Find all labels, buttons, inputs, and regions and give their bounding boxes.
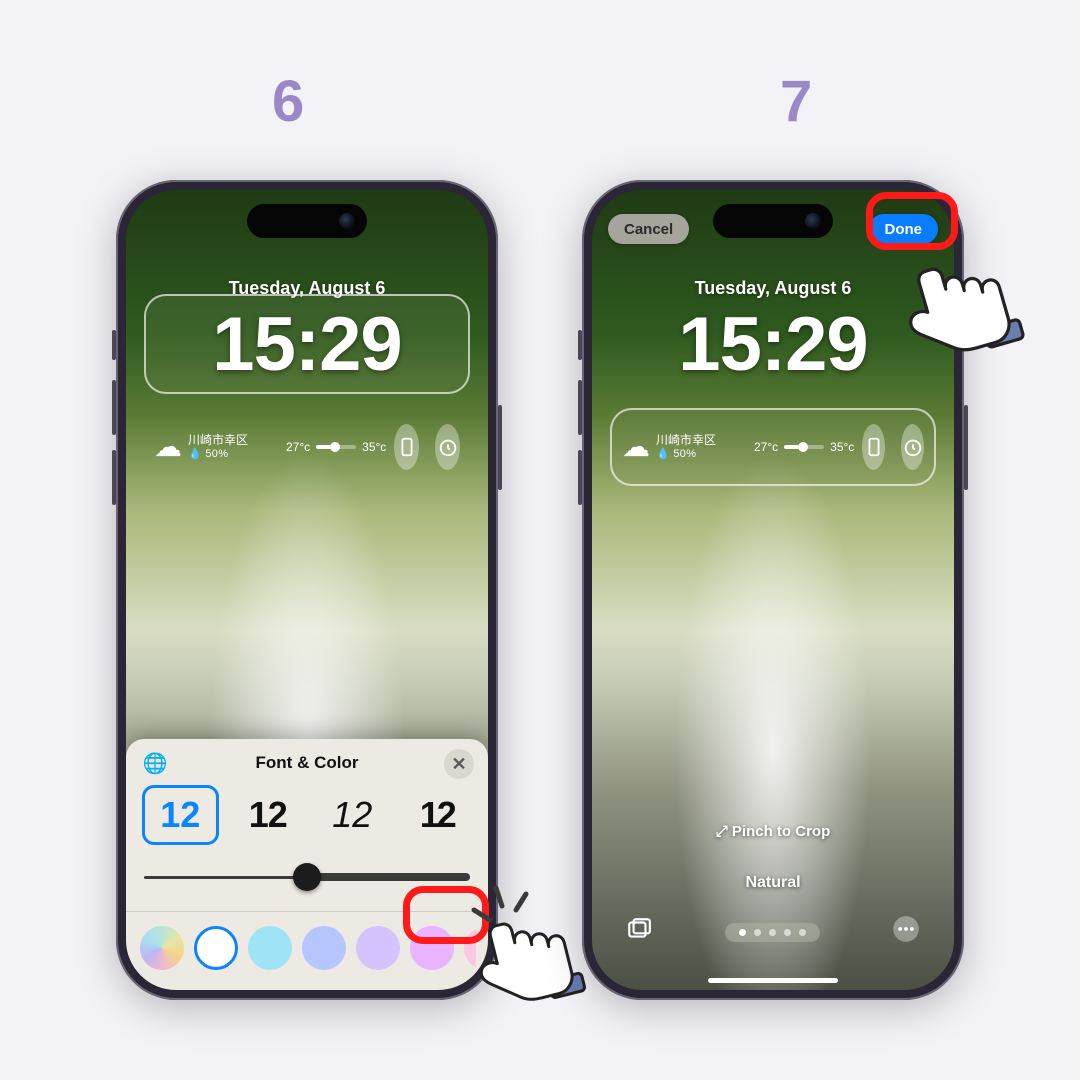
weight-slider[interactable]: [144, 863, 470, 891]
done-button[interactable]: Done: [869, 214, 939, 244]
color-swatch-cyan[interactable]: [248, 926, 292, 970]
temperature-range: 27°c 35°c: [754, 440, 854, 454]
pager-dot: [784, 929, 791, 936]
sheet-title: Font & Color: [256, 753, 359, 772]
rotation-lock-widget[interactable]: [394, 424, 419, 470]
power-button: [964, 405, 968, 490]
rotation-lock-widget[interactable]: [862, 424, 885, 470]
sheet-divider: [126, 911, 488, 912]
color-swatches: [138, 926, 476, 970]
pager[interactable]: [725, 923, 820, 942]
phone-step-6: Tuesday, August 6 15:29 ☁︎ 川崎市幸区 💧 50% 2…: [116, 180, 498, 1000]
pager-dot: [754, 929, 761, 936]
weather-humidity: 50%: [205, 448, 228, 460]
bottom-toolbar: [592, 915, 954, 950]
globe-icon[interactable]: 🌐: [142, 751, 168, 777]
pager-dot: [769, 929, 776, 936]
temperature-range: 27°c 35°c: [286, 440, 386, 454]
humidity-icon: 💧: [656, 448, 670, 460]
cloud-rain-icon: ☁︎: [154, 433, 182, 461]
step-7-label: 7: [780, 68, 812, 135]
volume-up: [578, 380, 582, 435]
font-options-row: 12 12 12 12: [138, 785, 476, 845]
time-widget: 15:29: [610, 294, 936, 394]
timer-widget[interactable]: [435, 424, 460, 470]
weather-location: 川崎市幸区: [656, 433, 716, 448]
dynamic-island: [247, 204, 367, 238]
time-widget-frame[interactable]: 15:29: [144, 294, 470, 394]
lockscreen-time: 15:29: [212, 301, 401, 388]
temp-low: 27°c: [286, 440, 310, 454]
humidity-icon: 💧: [188, 448, 202, 460]
font-option-3[interactable]: 12: [317, 785, 388, 845]
weather-location: 川崎市幸区: [188, 433, 248, 448]
font-option-4[interactable]: 12: [402, 785, 473, 845]
sheet-header: 🌐 Font & Color ✕: [138, 753, 476, 773]
close-icon[interactable]: ✕: [444, 749, 474, 779]
more-icon[interactable]: [892, 915, 920, 950]
volume-up: [112, 380, 116, 435]
color-swatch-blue[interactable]: [302, 926, 346, 970]
color-swatch-lavender[interactable]: [356, 926, 400, 970]
lockscreen-step-6: Tuesday, August 6 15:29 ☁︎ 川崎市幸区 💧 50% 2…: [126, 190, 488, 990]
font-color-sheet: 🌐 Font & Color ✕ 12 12 12 12: [126, 739, 488, 990]
volume-down: [112, 450, 116, 505]
tap-burst-lines: [464, 880, 544, 950]
weather-widget[interactable]: ☁︎ 川崎市幸区 💧 50%: [622, 433, 752, 462]
weather-widget[interactable]: ☁︎ 川崎市幸区 💧 50%: [154, 433, 284, 462]
photos-icon[interactable]: [626, 916, 652, 949]
weather-humidity: 50%: [673, 448, 696, 460]
font-option-1[interactable]: 12: [142, 785, 219, 845]
volume-down: [578, 450, 582, 505]
home-indicator: [708, 978, 838, 983]
widgets-row[interactable]: ☁︎ 川崎市幸区 💧 50% 27°c 35°c: [144, 408, 470, 486]
temp-high: 35°c: [362, 440, 386, 454]
lockscreen-step-7: Cancel Done Tuesday, August 6 15:29 ☁︎ 川…: [592, 190, 954, 990]
power-button: [498, 405, 502, 490]
color-swatch-purple[interactable]: [410, 926, 454, 970]
pager-dot: [739, 929, 746, 936]
timer-widget[interactable]: [901, 424, 924, 470]
temp-high: 35°c: [830, 440, 854, 454]
pager-dot: [799, 929, 806, 936]
widgets-row[interactable]: ☁︎ 川崎市幸区 💧 50% 27°c 35°c: [610, 408, 936, 486]
pinch-to-crop-hint: Pinch to Crop: [592, 823, 954, 840]
slider-knob[interactable]: [293, 863, 321, 891]
temp-low: 27°c: [754, 440, 778, 454]
lockscreen-time: 15:29: [678, 301, 867, 388]
color-swatch-spectrum[interactable]: [140, 926, 184, 970]
dynamic-island: [713, 204, 833, 238]
cloud-rain-icon: ☁︎: [622, 433, 650, 461]
mute-switch: [578, 330, 582, 360]
step-6-label: 6: [272, 68, 304, 135]
cancel-button[interactable]: Cancel: [608, 214, 689, 244]
color-swatch-white[interactable]: [194, 926, 238, 970]
font-option-2[interactable]: 12: [233, 785, 304, 845]
mute-switch: [112, 330, 116, 360]
phone-step-7: Cancel Done Tuesday, August 6 15:29 ☁︎ 川…: [582, 180, 964, 1000]
filter-name: Natural: [592, 874, 954, 892]
